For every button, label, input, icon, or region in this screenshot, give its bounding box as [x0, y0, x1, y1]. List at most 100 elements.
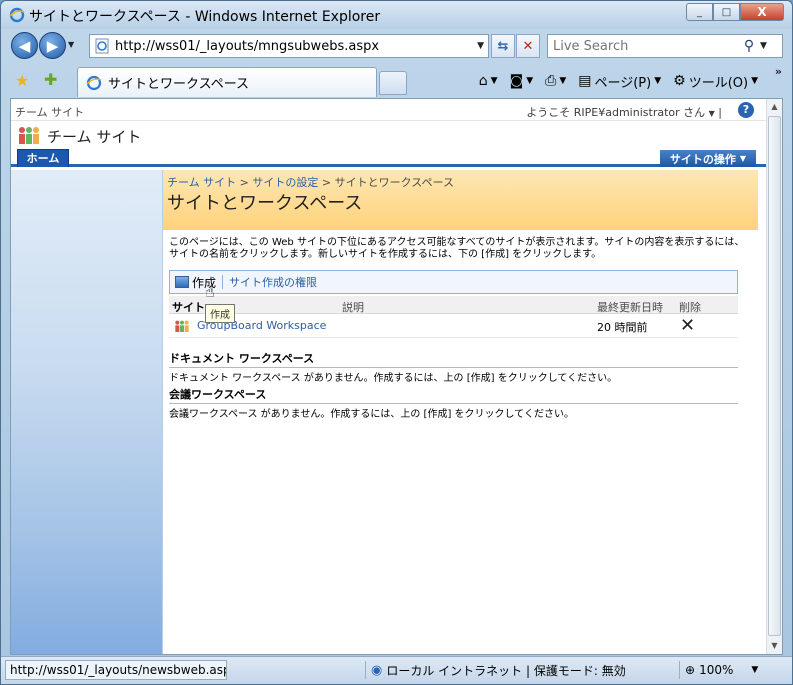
- vertical-scrollbar[interactable]: ▲ ▼: [766, 99, 782, 654]
- document-workspaces-section: ドキュメント ワークスペース ドキュメント ワークスペース がありません。作成す…: [169, 350, 738, 384]
- home-button[interactable]: ⌂ ▼: [475, 73, 502, 89]
- address-dropdown-icon[interactable]: ▼: [477, 41, 488, 51]
- help-icon[interactable]: ?: [738, 102, 754, 118]
- add-favorite-icon[interactable]: ✚: [44, 70, 57, 89]
- window-controls: _ □ X: [686, 3, 784, 21]
- tab-sites-workspaces[interactable]: サイトとワークスペース: [77, 67, 377, 97]
- ie-page-icon: [86, 75, 102, 90]
- gear-icon: ⚙: [673, 73, 686, 89]
- more-chevron-icon[interactable]: »: [775, 65, 782, 78]
- left-navigation: [11, 170, 162, 654]
- column-description[interactable]: 説明: [342, 299, 364, 315]
- favorites-star-icon[interactable]: ★: [15, 71, 29, 90]
- security-zone-label: ローカル イントラネット | 保護モード: 無効: [386, 663, 626, 678]
- chevron-down-icon: ▼: [751, 665, 759, 675]
- column-modified[interactable]: 最終更新日時: [597, 299, 663, 315]
- ie-logo-icon: [9, 7, 25, 23]
- page-menu[interactable]: ▤ ページ(P) ▼: [574, 72, 665, 91]
- chevron-down-icon: ▼: [490, 76, 498, 86]
- back-arrow-icon: ◀: [18, 36, 31, 55]
- page-menu-icon: ▤: [578, 73, 592, 89]
- site-creation-permissions-link[interactable]: サイト作成の権限: [229, 274, 317, 290]
- search-box[interactable]: ⚲ ▼: [547, 34, 783, 58]
- address-url[interactable]: http://wss01/_layouts/mngsubwebs.aspx: [115, 39, 477, 54]
- chevron-down-icon: ▼: [751, 76, 758, 86]
- site-actions-menu[interactable]: サイトの操作 ▼: [660, 150, 756, 167]
- top-nav: ホーム サイトの操作 ▼: [11, 149, 768, 167]
- breadcrumb-separator: >: [239, 176, 249, 189]
- address-bar[interactable]: http://wss01/_layouts/mngsubwebs.aspx ▼: [89, 34, 489, 58]
- table-header: サイト 説明 最終更新日時 削除: [169, 296, 738, 314]
- site-logo-icon: [19, 127, 39, 144]
- section-body: 会議ワークスペース がありません。作成するには、上の [作成] をクリックしてく…: [169, 409, 574, 420]
- breadcrumb-separator: >: [321, 176, 332, 189]
- rss-icon: ◙: [509, 73, 524, 89]
- breadcrumb: チーム サイト > サイトの設定 > サイトとワークスペース: [167, 174, 454, 190]
- sites-table: サイト 説明 最終更新日時 削除 GroupBoard Workspace 20…: [169, 296, 738, 338]
- delete-icon[interactable]: ✕: [680, 315, 695, 336]
- feeds-button[interactable]: ◙ ▼: [506, 73, 538, 89]
- welcome-text: ようこそ RIPE¥administrator さん: [526, 106, 706, 119]
- page-description: このページには、この Web サイトの下位にあるアクセス可能なすべてのサイトが表…: [169, 237, 745, 260]
- tooltip: 作成: [205, 304, 235, 323]
- minimize-button[interactable]: _: [686, 3, 713, 21]
- scroll-thumb[interactable]: [768, 116, 781, 636]
- window-title: サイトとワークスペース - Windows Internet Explorer: [29, 9, 381, 25]
- search-icon[interactable]: ⚲: [738, 38, 760, 54]
- security-zone[interactable]: ◉ ローカル イントラネット | 保護モード: 無効: [371, 660, 626, 680]
- recent-pages-dropdown-icon[interactable]: ▼: [68, 40, 74, 49]
- page-viewport: チーム サイト ようこそ RIPE¥administrator さん ▼ | ?…: [10, 98, 783, 655]
- tab-label: サイトとワークスペース: [108, 77, 250, 92]
- chevron-down-icon: ▼: [559, 76, 567, 86]
- status-bar: http://wss01/_layouts/newsbweb.aspx ◉ ロー…: [1, 656, 792, 684]
- status-url: http://wss01/_layouts/newsbweb.aspx: [5, 660, 227, 680]
- tab-row: ★ ✚ サイトとワークスペース ⌂ ▼ ◙ ▼ ⎙ ▼ ▤ ページ(P) ▼ ⚙ ツール(O…: [1, 63, 792, 97]
- search-input[interactable]: [548, 38, 738, 54]
- global-breadcrumb[interactable]: チーム サイト: [15, 104, 84, 120]
- tools-menu[interactable]: ⚙ ツール(O) ▼: [669, 72, 762, 91]
- site-icon: [175, 320, 189, 332]
- scroll-up-icon[interactable]: ▲: [767, 99, 782, 115]
- chevron-down-icon: ▼: [708, 109, 715, 118]
- stop-button[interactable]: ✕: [516, 34, 540, 58]
- section-title: 会議ワークスペース: [169, 386, 738, 404]
- address-row: ◀ ▶ ▼ http://wss01/_layouts/mngsubwebs.a…: [1, 29, 792, 63]
- zoom-icon: ⊕: [685, 663, 696, 677]
- welcome-menu[interactable]: ようこそ RIPE¥administrator さん ▼ |: [526, 104, 722, 120]
- chevron-down-icon: ▼: [654, 76, 662, 86]
- command-bar: ⌂ ▼ ◙ ▼ ⎙ ▼ ▤ ページ(P) ▼ ⚙ ツール(O) ▼: [475, 69, 762, 93]
- column-site[interactable]: サイト: [172, 299, 205, 315]
- forward-button[interactable]: ▶: [39, 32, 66, 59]
- search-dropdown-icon[interactable]: ▼: [760, 41, 774, 51]
- refresh-button[interactable]: ⇆: [491, 34, 515, 58]
- print-button[interactable]: ⎙ ▼: [541, 73, 570, 89]
- list-toolbar: 作成 サイト作成の権限: [169, 270, 738, 294]
- zoom-level: 100%: [699, 663, 734, 677]
- section-title: ドキュメント ワークスペース: [169, 350, 738, 368]
- breadcrumb-root[interactable]: チーム サイト: [167, 176, 236, 189]
- home-tab[interactable]: ホーム: [17, 149, 69, 167]
- table-row: GroupBoard Workspace 20 時間前 ✕: [169, 314, 738, 338]
- scroll-down-icon[interactable]: ▼: [767, 638, 782, 654]
- browser-window: サイトとワークスペース - Windows Internet Explorer …: [0, 0, 793, 685]
- stop-icon: ✕: [522, 38, 534, 54]
- hand-cursor-icon: ☝: [205, 282, 215, 301]
- intranet-globe-icon: ◉: [371, 662, 383, 678]
- column-delete: 削除: [679, 301, 701, 314]
- back-button[interactable]: ◀: [11, 32, 38, 59]
- page-icon: [95, 38, 109, 54]
- title-bar: サイトとワークスペース - Windows Internet Explorer …: [1, 1, 792, 29]
- toolbar-divider: [222, 275, 224, 289]
- maximize-button[interactable]: □: [713, 3, 740, 21]
- close-button[interactable]: X: [740, 3, 784, 21]
- new-tab-button[interactable]: [379, 71, 407, 95]
- chevron-down-icon: ▼: [739, 154, 747, 163]
- refresh-icon: ⇆: [497, 38, 509, 54]
- tools-menu-label: ツール(O): [688, 75, 749, 91]
- breadcrumb-current: サイトとワークスペース: [334, 176, 454, 189]
- meeting-workspaces-section: 会議ワークスペース 会議ワークスペース がありません。作成するには、上の [作成…: [169, 386, 738, 420]
- zoom-control[interactable]: ⊕ 100% ▼: [685, 660, 758, 680]
- site-actions-label: サイトの操作: [669, 152, 736, 166]
- breadcrumb-settings[interactable]: サイトの設定: [252, 176, 318, 189]
- site-title[interactable]: チーム サイト: [47, 126, 141, 147]
